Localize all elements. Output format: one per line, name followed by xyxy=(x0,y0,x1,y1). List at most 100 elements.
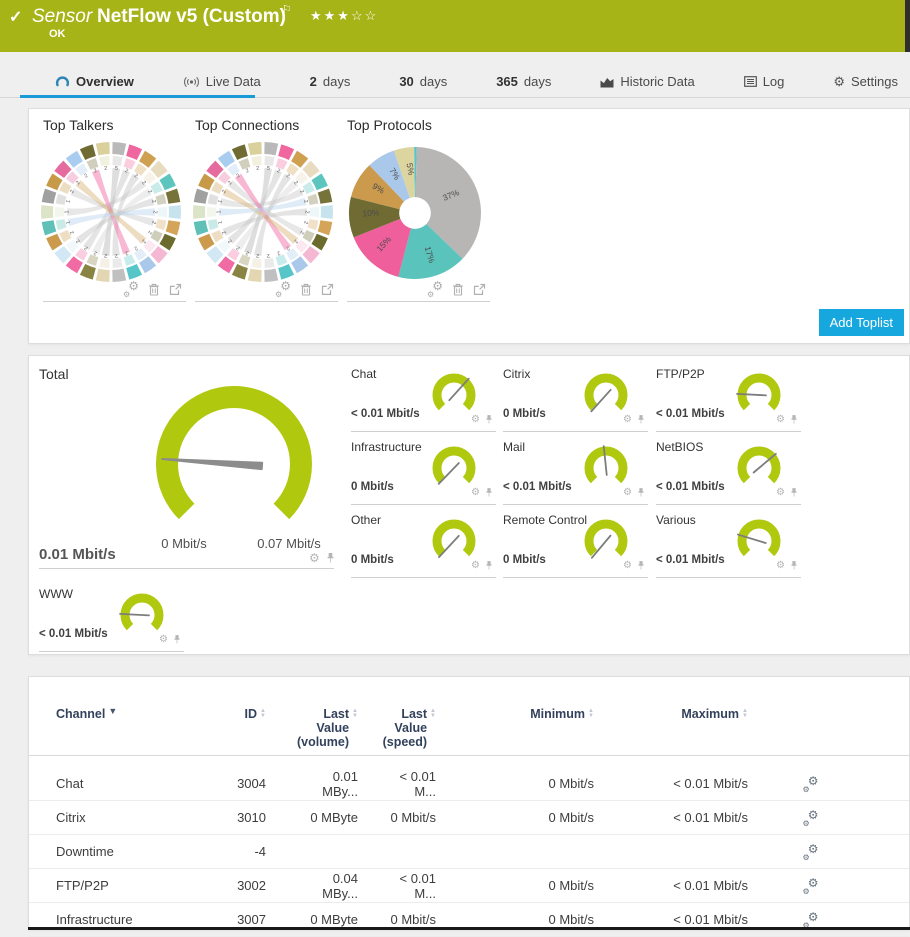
gauge-settings-icon[interactable]: ⚙ xyxy=(623,560,632,571)
gauge-settings-icon[interactable]: ⚙ xyxy=(776,560,785,571)
pin-icon[interactable] xyxy=(485,414,493,425)
pin-icon[interactable] xyxy=(637,414,645,425)
channel-settings-icon[interactable]: ⚙ ⚙ xyxy=(803,876,819,896)
pin-icon[interactable] xyxy=(326,552,335,564)
tab-historic-data[interactable]: Historic Data xyxy=(600,74,695,89)
channel-value: < 0.01 Mbit/s xyxy=(39,628,108,640)
channel-settings-icon[interactable]: ⚙ ⚙ xyxy=(803,774,819,794)
gauge-settings-icon[interactable]: ⚙ xyxy=(623,414,632,425)
channel-value: < 0.01 Mbit/s xyxy=(503,481,572,493)
column-header-channel[interactable]: Channel ▼ xyxy=(56,707,234,749)
channel-gauge[interactable] xyxy=(734,368,784,418)
svg-text:2: 2 xyxy=(133,245,139,252)
trash-icon[interactable] xyxy=(300,283,312,296)
tab-overview[interactable]: Overview xyxy=(55,74,134,89)
gauge-settings-icon[interactable]: ⚙ xyxy=(471,414,480,425)
tab-label: Historic Data xyxy=(620,74,695,89)
external-link-icon[interactable] xyxy=(473,283,486,296)
channel-gauge[interactable] xyxy=(581,441,631,491)
tab-settings[interactable]: ⚙ Settings xyxy=(833,74,898,90)
toplist-settings-icon[interactable]: ⚙ ⚙ xyxy=(275,279,291,299)
channel-gauge[interactable] xyxy=(429,441,479,491)
channel-gauge-ftp-p2p: FTP/P2P < 0.01 Mbit/s ⚙ xyxy=(656,364,804,432)
channel-settings-icon[interactable]: ⚙ ⚙ xyxy=(803,842,819,862)
gauge-settings-icon[interactable]: ⚙ xyxy=(309,552,320,564)
channel-gauge[interactable] xyxy=(429,514,479,564)
table-row-ftp-p2p[interactable]: FTP/P2P 3002 0.04 MBy... < 0.01 M... 0 M… xyxy=(29,869,909,903)
priority-stars[interactable]: ★★★☆☆ xyxy=(310,8,378,24)
channel-gauge-chat: Chat < 0.01 Mbit/s ⚙ xyxy=(351,364,499,432)
cell-channel: Chat xyxy=(56,776,84,791)
tab-log[interactable]: Log xyxy=(743,74,785,89)
column-header-id[interactable]: ID ▲ ▼ xyxy=(234,707,296,749)
trash-icon[interactable] xyxy=(148,283,160,296)
cell-volume: 0.04 MBy... xyxy=(322,870,358,901)
column-header-last-value-volume[interactable]: Last Value (volume) ▲ ▼ xyxy=(296,707,388,749)
gauge-settings-icon[interactable]: ⚙ xyxy=(623,487,632,498)
toplist-settings-icon[interactable]: ⚙ ⚙ xyxy=(123,279,139,299)
tab-365-days[interactable]: 365 days xyxy=(496,74,551,89)
channel-gauge[interactable] xyxy=(581,368,631,418)
divider xyxy=(351,431,496,432)
column-header-minimum[interactable]: Minimum ▲ ▼ xyxy=(476,707,606,749)
svg-text:2: 2 xyxy=(304,210,310,213)
cell-volume: 0.01 MBy... xyxy=(322,768,358,799)
channel-settings-icon[interactable]: ⚙ ⚙ xyxy=(803,910,819,930)
trash-icon[interactable] xyxy=(452,283,464,296)
pin-icon[interactable] xyxy=(637,560,645,571)
tab-label: Log xyxy=(762,74,785,89)
table-row-chat[interactable]: Chat 3004 0.01 MBy... < 0.01 M... 0 Mbit… xyxy=(29,767,909,801)
sensor-kind-label: Sensor xyxy=(32,6,93,27)
table-row-infrastructure[interactable]: Infrastructure 3007 0 MByte 0 Mbit/s 0 M… xyxy=(29,903,909,937)
top-connections-chord-chart[interactable]: 5 222222222222222221112222 2 xyxy=(188,137,338,287)
tab-live-data[interactable]: Live Data xyxy=(183,74,261,89)
gauge-settings-icon[interactable]: ⚙ xyxy=(159,634,168,645)
channel-gauge[interactable] xyxy=(117,588,167,638)
cell-speed: < 0.01 M... xyxy=(399,768,436,799)
total-gauge[interactable] xyxy=(144,376,324,536)
add-toplist-button[interactable]: Add Toplist xyxy=(818,309,904,336)
svg-text:2: 2 xyxy=(150,199,157,203)
channel-gauge[interactable] xyxy=(581,514,631,564)
channel-table-panel: Channel ▼ ID ▲ ▼ Last Value (volume) ▲ ▼ Last … xyxy=(28,676,910,937)
pin-icon[interactable] xyxy=(637,487,645,498)
column-header-maximum[interactable]: Maximum ▲ ▼ xyxy=(606,707,756,749)
gauge-settings-icon[interactable]: ⚙ xyxy=(471,487,480,498)
gauge-settings-icon[interactable]: ⚙ xyxy=(776,414,785,425)
table-row-downtime[interactable]: Downtime -4 ⚙ ⚙ xyxy=(29,835,909,869)
cell-maximum: < 0.01 Mbit/s xyxy=(673,878,748,893)
table-row-citrix[interactable]: Citrix 3010 0 MByte 0 Mbit/s 0 Mbit/s < … xyxy=(29,801,909,835)
top-protocols-pie-chart[interactable]: 37%17%15%10%9%7% 5% xyxy=(340,137,490,287)
pin-icon[interactable] xyxy=(485,560,493,571)
gauge-settings-icon[interactable]: ⚙ xyxy=(776,487,785,498)
channel-gauge-various: Various < 0.01 Mbit/s ⚙ xyxy=(656,510,804,578)
pin-icon[interactable] xyxy=(790,414,798,425)
pin-icon[interactable] xyxy=(485,487,493,498)
top-talkers-chord-chart[interactable]: 5 222222222222222221112222 2 xyxy=(36,137,186,287)
svg-text:2: 2 xyxy=(266,252,270,258)
channel-label: Chat xyxy=(351,367,377,381)
svg-text:1: 1 xyxy=(217,220,224,224)
channel-settings-icon[interactable]: ⚙ ⚙ xyxy=(803,808,819,828)
svg-text:2: 2 xyxy=(152,210,158,213)
external-link-icon[interactable] xyxy=(321,283,334,296)
channel-gauge[interactable] xyxy=(429,368,479,418)
pin-icon[interactable] xyxy=(790,487,798,498)
pin-icon[interactable] xyxy=(790,560,798,571)
channel-label: Mail xyxy=(503,440,526,454)
gauge-settings-icon[interactable]: ⚙ xyxy=(471,560,480,571)
channel-gauge[interactable] xyxy=(734,514,784,564)
tab-30-days[interactable]: 30 days xyxy=(399,74,447,89)
channel-value: 0 Mbit/s xyxy=(503,554,546,566)
toplist-title: Top Talkers xyxy=(43,117,114,133)
divider xyxy=(656,504,801,505)
channel-gauge[interactable] xyxy=(734,441,784,491)
channel-value: < 0.01 Mbit/s xyxy=(351,408,420,420)
external-link-icon[interactable] xyxy=(169,283,182,296)
pin-icon[interactable] xyxy=(173,634,181,645)
flag-icon[interactable]: ⚐ xyxy=(282,3,292,16)
tab-2-days[interactable]: 2 days xyxy=(310,74,351,89)
toplist-settings-icon[interactable]: ⚙ ⚙ xyxy=(427,279,443,299)
divider xyxy=(29,755,909,756)
column-header-last-value-speed[interactable]: Last Value (speed) ▲ ▼ xyxy=(383,707,476,749)
